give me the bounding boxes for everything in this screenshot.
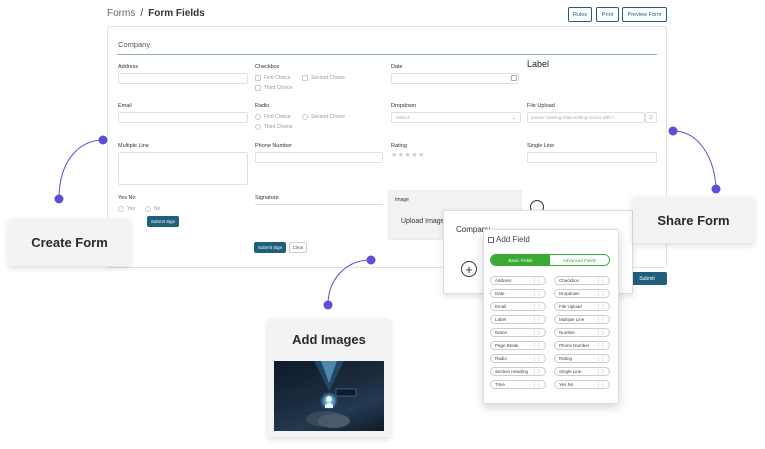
create-form-callout: Create Form <box>9 219 130 266</box>
create-form-connector <box>58 139 104 200</box>
add-images-label: Add Images <box>292 332 366 347</box>
add-images-end-dot <box>323 300 333 310</box>
share-form-callout: Share Form <box>633 197 754 243</box>
create-form-anchor-dot <box>98 135 108 145</box>
add-images-anchor-dot <box>366 255 376 265</box>
hands-hologram-image <box>274 361 384 431</box>
share-form-end-dot <box>711 184 721 194</box>
share-form-anchor-dot <box>668 126 678 136</box>
hologram-illustration <box>306 361 357 428</box>
add-images-connector <box>327 259 372 306</box>
share-form-connector <box>672 130 717 190</box>
create-form-end-dot <box>54 194 64 204</box>
